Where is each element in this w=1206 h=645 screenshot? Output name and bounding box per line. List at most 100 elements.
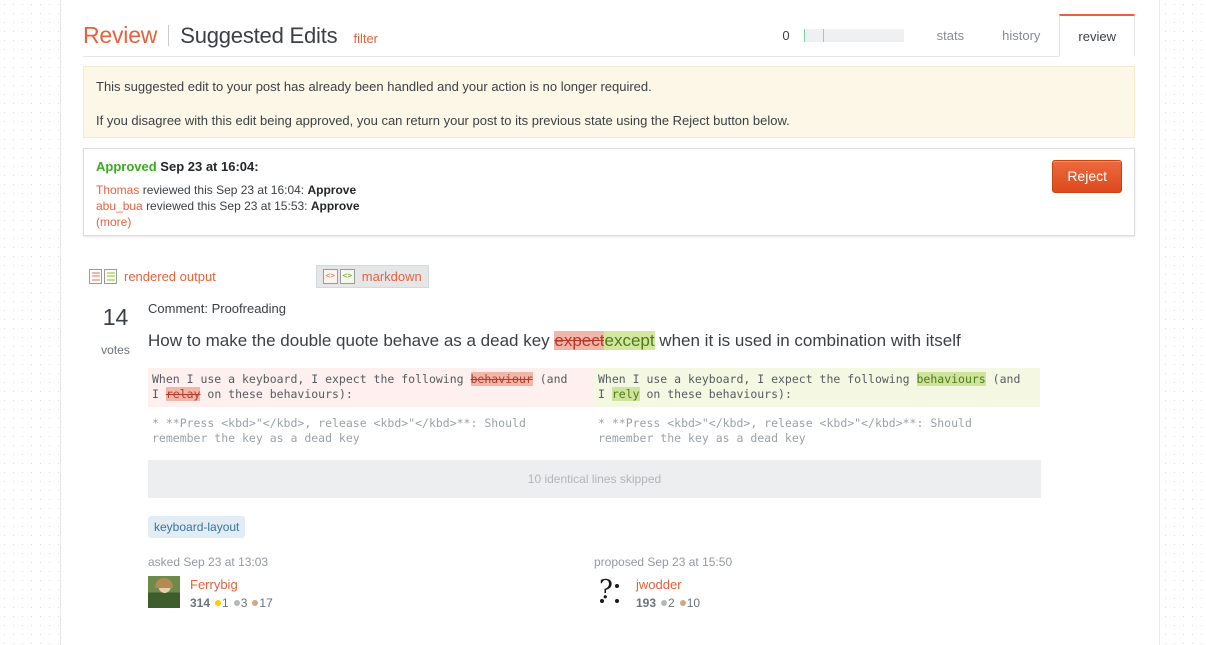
diff-changed-row: When I use a keyboard, I expect the foll…: [148, 368, 1041, 407]
skipped-lines-banner[interactable]: 10 identical lines skipped: [148, 460, 1041, 498]
header-title-group: Review Suggested Edits filter: [83, 22, 378, 49]
tag-list: keyboard-layout: [148, 516, 1135, 538]
proposed-timestamp: proposed Sep 23 at 15:50: [594, 555, 733, 569]
markdown-label: markdown: [361, 268, 422, 284]
reviewer-text-1: reviewed this Sep 23 at 16:04:: [142, 183, 305, 197]
reviewer-row: Thomas reviewed this Sep 23 at 16:04: Ap…: [96, 182, 1122, 198]
user-cards-row: asked Sep 23 at 13:03 Ferrybig 314 1 3 17: [148, 555, 1041, 610]
asked-user-meta: Ferrybig 314 1 3 17: [190, 576, 273, 610]
header-right-group: 0 stats history review: [782, 14, 1135, 57]
proposed-silver-count: 2: [668, 596, 675, 610]
user-link-ferrybig[interactable]: Ferrybig: [190, 577, 238, 592]
review-progress-bar: [803, 29, 904, 42]
diff-left-deleted-1: behaviour: [470, 372, 533, 386]
diff-left-pre: When I use a keyboard, I expect the foll…: [152, 372, 471, 386]
asked-gold-count: 1: [222, 596, 229, 610]
post-column: Comment: Proofreading How to make the do…: [148, 302, 1135, 610]
diff-right-context: * **Press <kbd>"</kbd>, release <kbd>"</…: [594, 407, 1040, 451]
asked-user-row: Ferrybig 314 1 3 17: [148, 576, 594, 610]
silver-badge-icon: [661, 600, 668, 606]
review-result-panel: Approved Sep 23 at 16:04: Thomas reviewe…: [83, 148, 1135, 236]
title-text-after: when it is used in combination with itse…: [654, 331, 961, 350]
show-more-reviewers-link[interactable]: (more): [96, 214, 1122, 230]
reviewer-action-2: Approve: [310, 199, 360, 213]
diff-left-post: on these behaviours):: [200, 387, 353, 401]
progress-tick-2: [822, 29, 825, 42]
diff-context-row: * **Press <kbd>"</kbd>, release <kbd>"</…: [148, 407, 1041, 451]
tab-stats[interactable]: stats: [917, 14, 984, 57]
gold-badge-icon: [215, 600, 222, 606]
diff-right-inserted-2: rely: [611, 387, 640, 401]
avatar[interactable]: [148, 576, 180, 608]
title-text-before: How to make the double quote behave as a…: [148, 331, 555, 350]
reviewer-text-2: reviewed this Sep 23 at 15:53:: [146, 199, 308, 213]
asked-reputation: 314: [190, 596, 211, 610]
proposed-reputation: 193: [636, 596, 657, 610]
title-inserted-word: except: [604, 331, 655, 350]
silver-badge-icon: [233, 600, 240, 606]
vote-label: votes: [101, 343, 130, 357]
reviewer-link-thomas[interactable]: Thomas: [96, 183, 139, 197]
proposed-user-meta: jwodder 193 2 10: [636, 576, 700, 610]
review-brand-link[interactable]: Review: [83, 22, 157, 49]
notice-line-2: If you disagree with this edit being app…: [96, 113, 790, 128]
tag-keyboard-layout[interactable]: keyboard-layout: [148, 516, 246, 538]
vote-column: 14 votes: [83, 302, 148, 610]
proposed-user-card: proposed Sep 23 at 15:50 ? jwodder 193 2 1…: [594, 555, 1040, 610]
approved-timestamp: Sep 23 at 16:04:: [160, 159, 259, 174]
diff-left-original: When I use a keyboard, I expect the foll…: [148, 368, 594, 407]
code-brackets-red-icon: <>: [322, 268, 338, 284]
diff-right-pre: When I use a keyboard, I expect the foll…: [598, 372, 917, 386]
diff-right-post: on these behaviours):: [639, 387, 792, 401]
markdown-toggle[interactable]: <> <> markdown: [315, 264, 429, 288]
progress-tick-1: [803, 29, 806, 42]
proposed-user-reputation-row: 193 2 10: [636, 596, 700, 610]
asked-bronze-count: 17: [259, 596, 273, 610]
vote-count: 14: [102, 304, 129, 330]
post-title-diff: How to make the double quote behave as a…: [148, 331, 1135, 350]
document-lines-red-icon: [89, 268, 102, 284]
reviewer-row: abu_bua reviewed this Sep 23 at 15:53: A…: [96, 198, 1122, 214]
page-content: Review Suggested Edits filter 0 stats hi…: [83, 0, 1135, 610]
markdown-icon: <> <>: [322, 268, 355, 284]
rendered-output-icon: [89, 268, 117, 284]
reject-button[interactable]: Reject: [1052, 160, 1122, 193]
asked-silver-count: 3: [240, 596, 248, 610]
filter-link[interactable]: filter: [353, 31, 378, 46]
page-header: Review Suggested Edits filter 0 stats hi…: [83, 0, 1135, 57]
review-page: Review Suggested Edits filter 0 stats hi…: [0, 0, 1206, 645]
bronze-badge-icon: [252, 600, 259, 606]
asked-user-reputation-row: 314 1 3 17: [190, 596, 273, 610]
rendered-output-toggle[interactable]: rendered output: [83, 266, 222, 287]
asked-user-card: asked Sep 23 at 13:03 Ferrybig 314 1 3 17: [148, 555, 594, 610]
review-progress-group: 0: [782, 14, 917, 57]
review-count: 0: [782, 28, 790, 43]
asked-timestamp: asked Sep 23 at 13:03: [148, 555, 269, 569]
avatar[interactable]: ?: [594, 576, 626, 608]
rendered-output-label: rendered output: [124, 268, 216, 284]
tab-review[interactable]: review: [1059, 14, 1135, 57]
proposed-bronze-count: 10: [686, 596, 701, 610]
tab-history[interactable]: history: [983, 14, 1060, 57]
diff-right-proposed: When I use a keyboard, I expect the foll…: [594, 368, 1040, 407]
bronze-badge-icon: [679, 600, 686, 606]
approved-heading: Approved Sep 23 at 16:04:: [96, 160, 1122, 173]
diff-right-inserted-1: behaviours: [916, 372, 986, 386]
edit-comment: Comment: Proofreading: [148, 301, 287, 316]
diff-view-toggle-group: rendered output <> <> markdown: [83, 263, 1135, 289]
proposed-user-row: ? jwodder 193 2 10: [594, 576, 1040, 610]
diff-left-deleted-2: relay: [165, 387, 201, 401]
diff-left-context: * **Press <kbd>"</kbd>, release <kbd>"</…: [148, 407, 594, 451]
notice-line-1: This suggested edit to your post has alr…: [96, 79, 652, 94]
title-deleted-word: expect: [554, 331, 605, 350]
code-brackets-green-icon: <>: [339, 268, 355, 284]
page-title: Suggested Edits: [180, 23, 338, 48]
approved-status: Approved: [96, 159, 157, 174]
post-body-row: 14 votes Comment: Proofreading How to ma…: [83, 302, 1135, 610]
user-link-jwodder[interactable]: jwodder: [636, 577, 682, 592]
already-handled-notice: This suggested edit to your post has alr…: [83, 66, 1135, 138]
title-divider: [168, 25, 170, 46]
document-lines-green-icon: [104, 268, 117, 284]
reviewer-action-1: Approve: [307, 183, 357, 197]
reviewer-link-abu-bua[interactable]: abu_bua: [96, 199, 143, 213]
